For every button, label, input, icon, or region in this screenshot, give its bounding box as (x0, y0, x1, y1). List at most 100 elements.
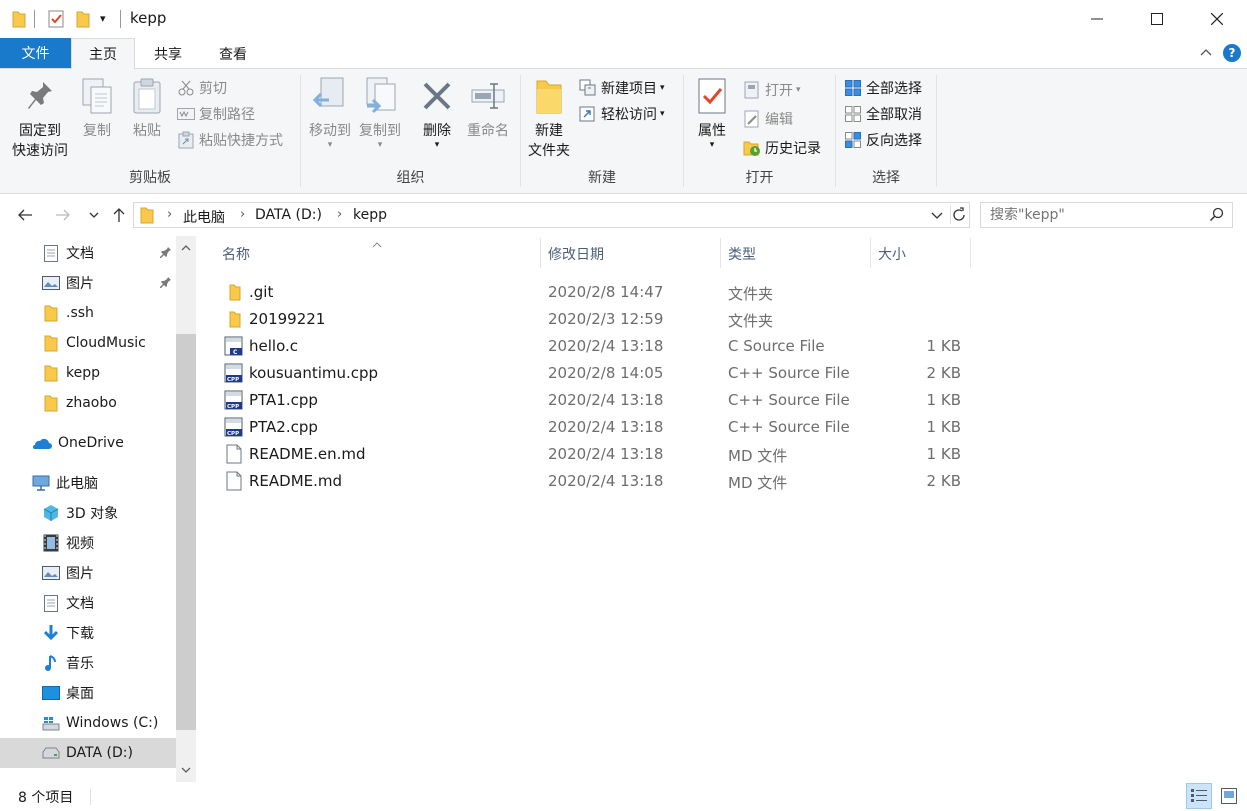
breadcrumb-data-drive[interactable]: DATA (D:) (255, 207, 322, 223)
rename-button[interactable]: 重命名 (463, 73, 513, 141)
file-type: C++ Source File (728, 391, 850, 409)
copy-button[interactable]: 复制 (76, 73, 118, 141)
nav-item-documents[interactable]: 文档 (0, 588, 176, 618)
nav-item-zhaobo[interactable]: zhaobo (0, 388, 176, 418)
breadcrumb-kepp[interactable]: kepp (353, 207, 387, 223)
edit-button[interactable]: 编辑 (742, 107, 793, 131)
nav-item-downloads[interactable]: 下载 (0, 618, 176, 648)
file-row-readme-md[interactable]: README.md 2020/2/4 13:18 MD 文件 2 KB (220, 468, 972, 495)
file-type: MD 文件 (728, 474, 788, 492)
refresh-icon[interactable] (951, 207, 967, 227)
pin-to-quick-access-button[interactable]: 固定到 快速访问 (8, 73, 72, 161)
back-button[interactable] (14, 204, 36, 226)
nav-item-ssh[interactable]: .ssh (0, 298, 176, 328)
delete-button[interactable]: 删除 ▾ (417, 73, 457, 150)
maximize-button[interactable] (1127, 0, 1187, 38)
file-row-hello-c[interactable]: C hello.c 2020/2/4 13:18 C Source File 1… (220, 333, 972, 360)
tab-home[interactable]: 主页 (71, 38, 135, 69)
collapse-ribbon-icon[interactable] (1199, 45, 1213, 63)
new-item-icon (578, 78, 598, 98)
properties-button[interactable]: 属性 ▾ (690, 73, 734, 150)
file-row-pta1-cpp[interactable]: CPP PTA1.cpp 2020/2/4 13:18 C++ Source F… (220, 387, 972, 414)
copy-to-icon (363, 73, 397, 119)
search-box[interactable] (980, 202, 1233, 228)
paste-shortcut-button[interactable]: 粘贴快捷方式 (176, 128, 283, 152)
breadcrumb-this-pc[interactable]: 此电脑 (183, 207, 225, 227)
delete-chevron-icon: ▾ (434, 140, 440, 150)
tab-view[interactable]: 查看 (201, 38, 265, 69)
search-icon[interactable] (1209, 207, 1225, 227)
close-button[interactable] (1187, 0, 1247, 38)
pin-icon[interactable] (160, 276, 172, 292)
column-header-date[interactable]: 修改日期 (548, 236, 604, 272)
edit-label: 编辑 (765, 112, 793, 128)
nav-item-label: 音乐 (66, 656, 94, 672)
search-input[interactable] (990, 207, 1200, 223)
scroll-down-arrow-icon[interactable] (176, 760, 196, 780)
address-history-chevron-icon[interactable] (931, 209, 943, 225)
file-date: 2020/2/4 13:18 (548, 391, 664, 409)
column-header-name[interactable]: 名称 (222, 236, 250, 272)
customize-toolbar-chevron-icon[interactable]: ▾ (100, 12, 106, 25)
svg-text:CPP: CPP (227, 431, 239, 437)
properties-icon[interactable] (48, 10, 64, 32)
move-to-button[interactable]: 移动到 ▾ (305, 73, 355, 150)
history-button[interactable]: 历史记录 (742, 136, 821, 160)
file-row-20199221[interactable]: 20199221 2020/2/3 12:59 文件夹 (220, 306, 972, 333)
cpp-file-icon: CPP (224, 390, 244, 410)
file-name: hello.c (249, 337, 298, 355)
file-row-git[interactable]: .git 2020/2/8 14:47 文件夹 (220, 279, 972, 306)
up-button[interactable] (108, 204, 130, 226)
help-icon[interactable]: ? (1223, 44, 1241, 62)
nav-item-label: 桌面 (66, 686, 94, 702)
new-folder-icon[interactable] (76, 10, 90, 32)
nav-item-onedrive[interactable]: OneDrive (0, 428, 176, 458)
nav-item-label: CloudMusic (66, 335, 146, 351)
nav-item-windows-drive[interactable]: Windows (C:) (0, 708, 176, 738)
forward-button[interactable] (52, 204, 74, 226)
nav-item-cloudmusic[interactable]: CloudMusic (0, 328, 176, 358)
svg-text:C: C (233, 349, 238, 356)
copy-path-button[interactable]: 复制路径 (176, 102, 255, 126)
new-item-button[interactable]: 新建项目 ▾ (578, 76, 665, 100)
nav-item-kepp[interactable]: kepp (0, 358, 176, 388)
nav-item-documents-pinned[interactable]: 文档 (0, 238, 176, 268)
recent-locations-button[interactable] (83, 204, 105, 226)
copy-to-button[interactable]: 复制到 ▾ (355, 73, 405, 150)
column-header-type[interactable]: 类型 (728, 236, 756, 272)
file-row-pta2-cpp[interactable]: CPP PTA2.cpp 2020/2/4 13:18 C++ Source F… (220, 414, 972, 441)
pin-icon[interactable] (160, 246, 172, 262)
paste-button[interactable]: 粘贴 (126, 73, 168, 141)
select-none-button[interactable]: 全部取消 (843, 102, 922, 126)
scroll-up-arrow-icon[interactable] (176, 238, 196, 258)
minimize-button[interactable] (1067, 0, 1127, 38)
nav-item-pictures-pinned[interactable]: 图片 (0, 268, 176, 298)
new-folder-button[interactable]: 新建 文件夹 (523, 73, 575, 161)
nav-item-data-drive[interactable]: DATA (D:) (0, 738, 176, 768)
nav-item-desktop[interactable]: 桌面 (0, 678, 176, 708)
picture-icon (42, 274, 60, 292)
nav-item-this-pc[interactable]: 此电脑 (0, 468, 176, 498)
cut-button[interactable]: 剪切 (176, 76, 227, 100)
select-all-button[interactable]: 全部选择 (843, 76, 922, 100)
chevron-right-icon[interactable]: › (240, 207, 245, 222)
invert-selection-button[interactable]: 反向选择 (843, 128, 922, 152)
file-row-readme-en-md[interactable]: README.en.md 2020/2/4 13:18 MD 文件 1 KB (220, 441, 972, 468)
nav-item-videos[interactable]: 视频 (0, 528, 176, 558)
nav-scrollbar[interactable] (176, 236, 196, 782)
column-header-size[interactable]: 大小 (878, 236, 906, 272)
easy-access-chevron-icon: ▾ (660, 109, 665, 119)
scroll-thumb[interactable] (176, 334, 196, 730)
large-icons-view-button[interactable] (1216, 783, 1242, 809)
nav-item-3d-objects[interactable]: 3D 对象 (0, 498, 176, 528)
nav-item-pictures[interactable]: 图片 (0, 558, 176, 588)
details-view-button[interactable] (1186, 783, 1212, 809)
easy-access-button[interactable]: 轻松访问 ▾ (578, 102, 665, 126)
chevron-right-icon[interactable]: › (337, 207, 342, 222)
nav-item-music[interactable]: 音乐 (0, 648, 176, 678)
address-bar[interactable]: › 此电脑 › DATA (D:) › kepp (133, 202, 970, 228)
file-row-kousuantimu-cpp[interactable]: CPP kousuantimu.cpp 2020/2/8 14:05 C++ S… (220, 360, 972, 387)
open-button[interactable]: 打开 ▾ (742, 78, 801, 102)
tab-file[interactable]: 文件 (0, 38, 71, 68)
tab-share[interactable]: 共享 (136, 38, 200, 69)
